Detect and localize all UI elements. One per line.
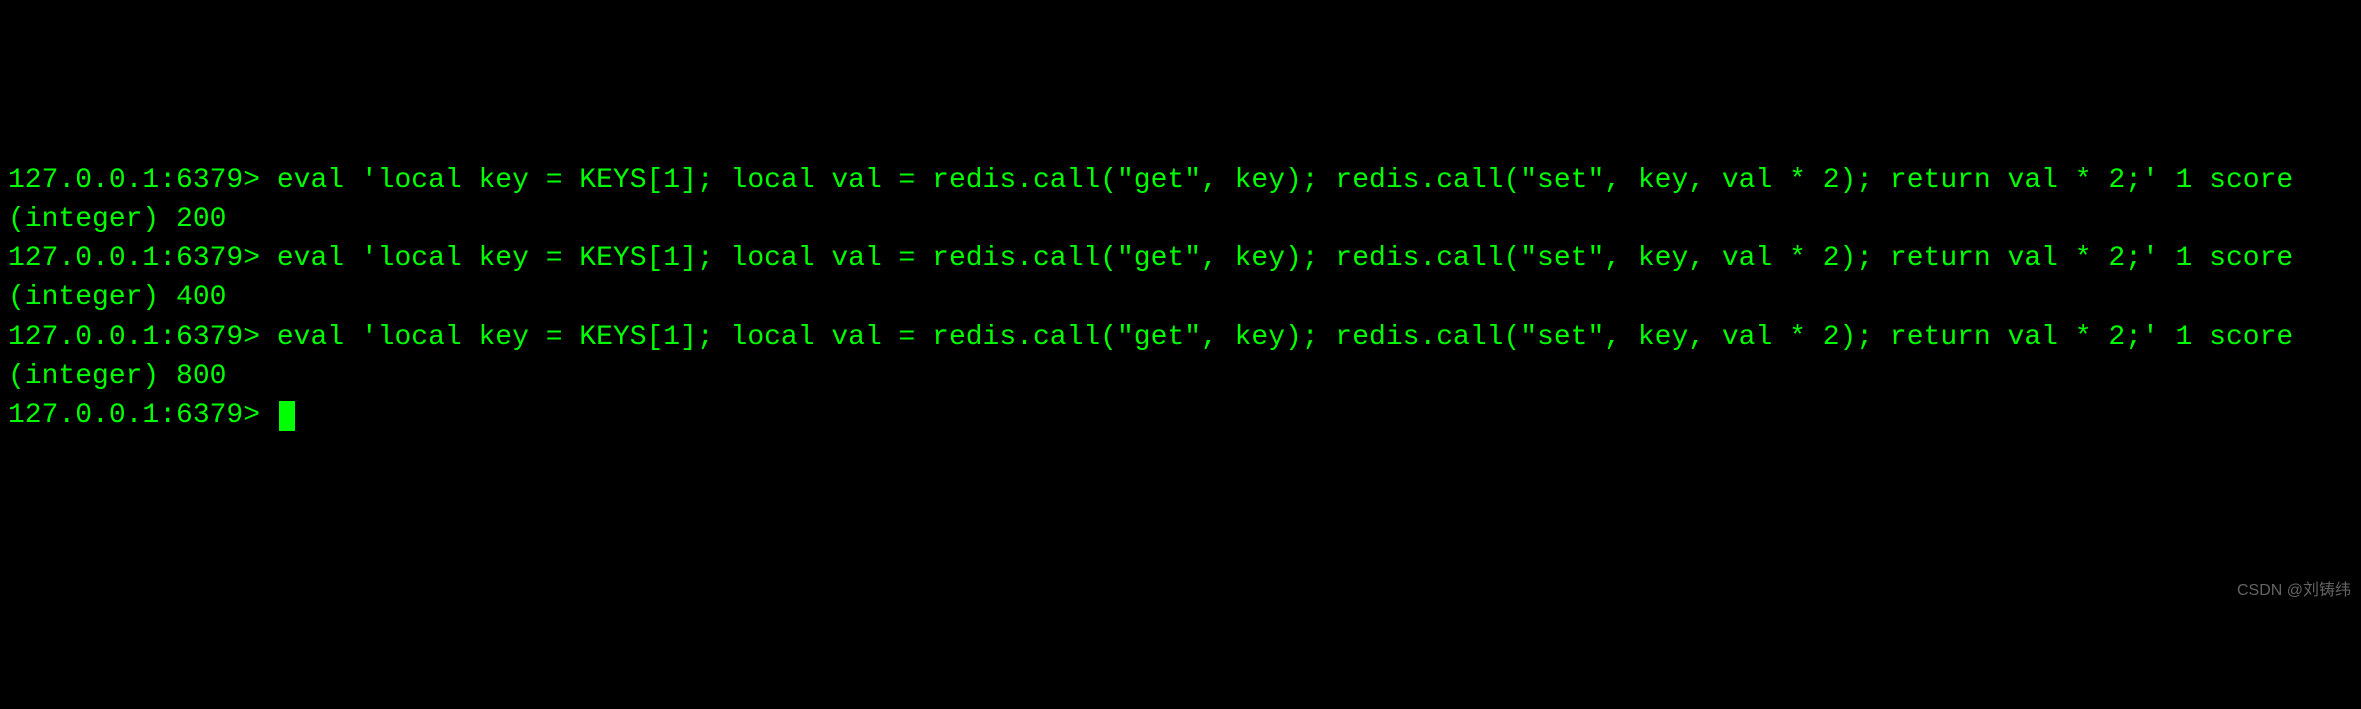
redis-prompt: 127.0.0.1:6379> (8, 165, 277, 196)
redis-prompt: 127.0.0.1:6379> (8, 400, 277, 431)
redis-output: (integer) 800 (8, 357, 2353, 396)
watermark-text: CSDN @刘铸纬 (2237, 580, 2351, 602)
terminal-window[interactable]: 127.0.0.1:6379> eval 'local key = KEYS[1… (8, 161, 2353, 435)
redis-output: (integer) 400 (8, 278, 2353, 317)
terminal-line: 127.0.0.1:6379> eval 'local key = KEYS[1… (8, 161, 2353, 200)
redis-prompt: 127.0.0.1:6379> (8, 322, 277, 353)
redis-command: eval 'local key = KEYS[1]; local val = r… (277, 322, 2293, 353)
terminal-current-line[interactable]: 127.0.0.1:6379> (8, 396, 2353, 435)
redis-command: eval 'local key = KEYS[1]; local val = r… (277, 165, 2293, 196)
terminal-line: 127.0.0.1:6379> eval 'local key = KEYS[1… (8, 318, 2353, 357)
cursor-block (279, 401, 295, 431)
terminal-line: 127.0.0.1:6379> eval 'local key = KEYS[1… (8, 239, 2353, 278)
redis-command: eval 'local key = KEYS[1]; local val = r… (277, 243, 2293, 274)
redis-output: (integer) 200 (8, 200, 2353, 239)
redis-prompt: 127.0.0.1:6379> (8, 243, 277, 274)
